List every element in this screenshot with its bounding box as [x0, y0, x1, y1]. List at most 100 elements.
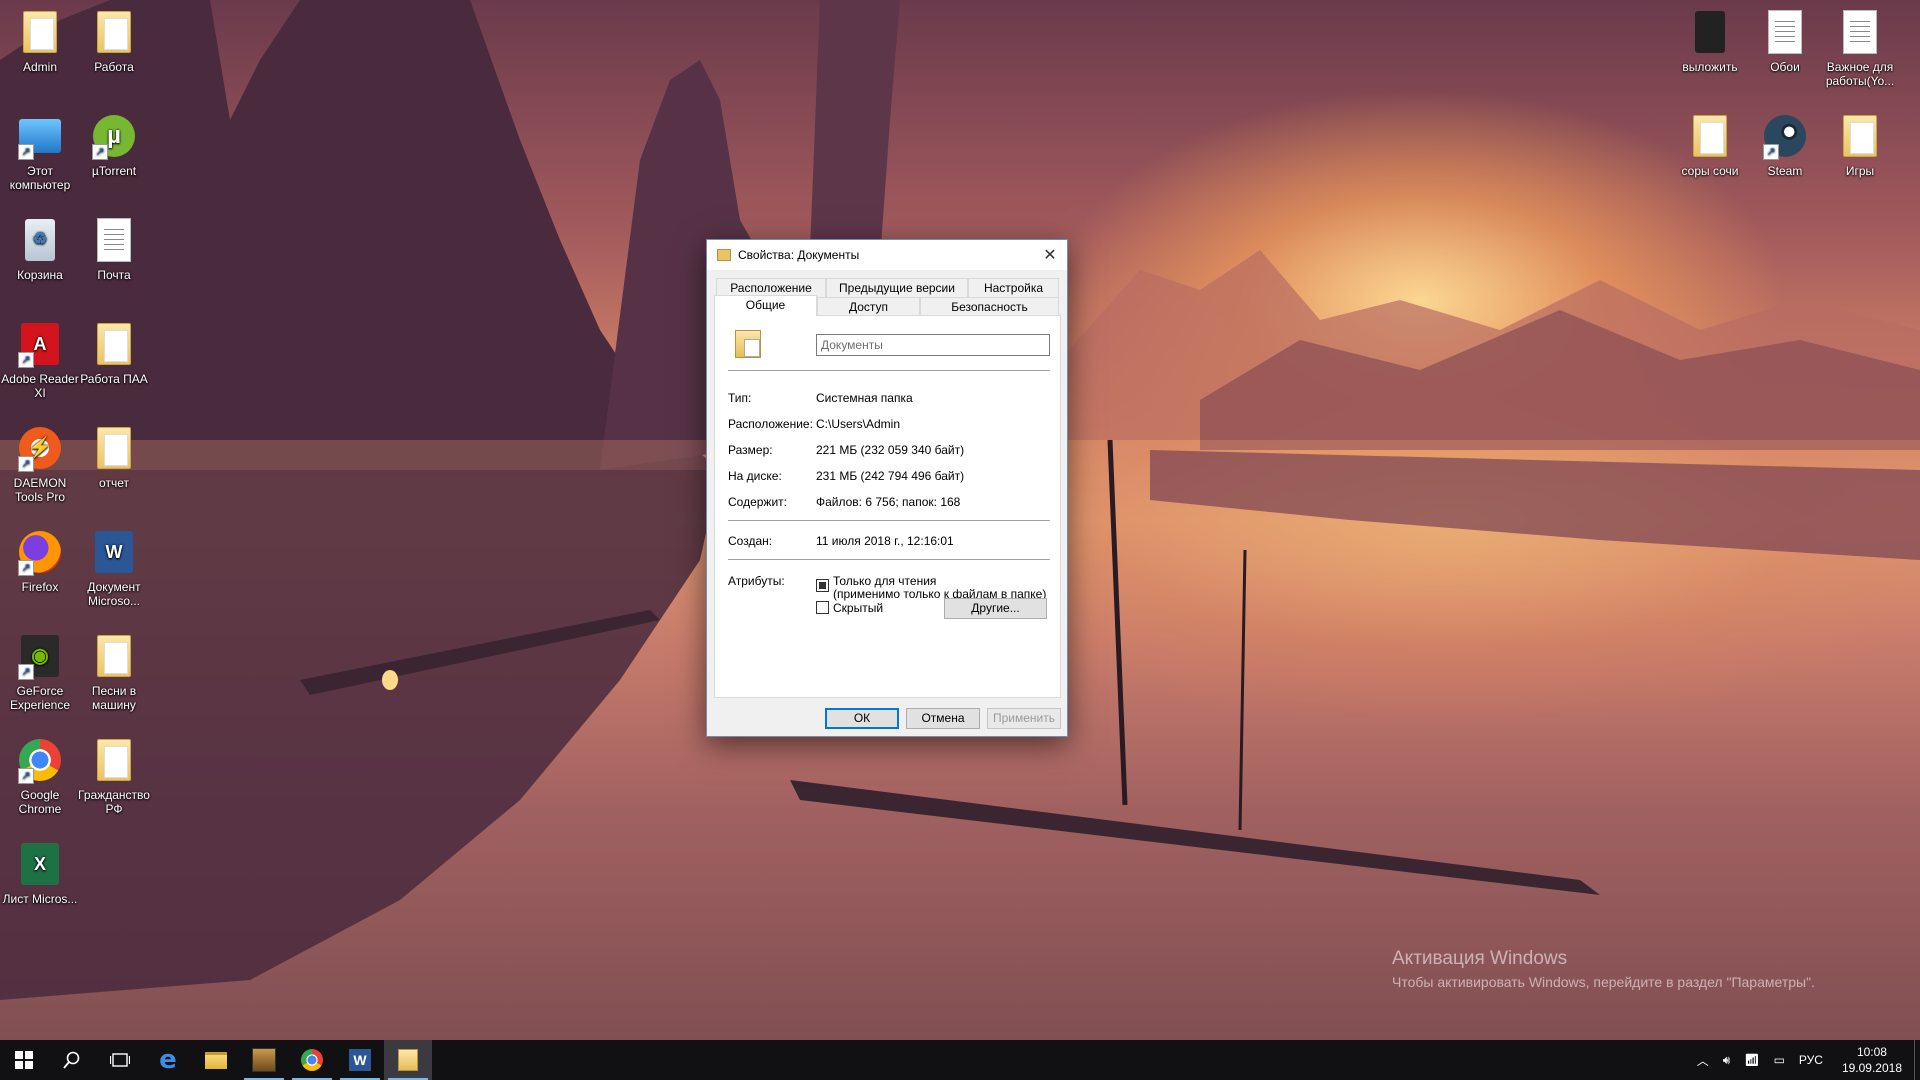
search-button[interactable] — [48, 1040, 96, 1080]
folder-name-input[interactable] — [816, 334, 1050, 356]
desktop-icon-daemon-tools[interactable]: ⚡ DAEMON Tools Pro — [0, 424, 80, 504]
word-icon: W — [349, 1049, 371, 1071]
game-app-icon — [252, 1048, 276, 1072]
chevron-up-icon[interactable]: ︿ — [1690, 1052, 1716, 1069]
folder-icon — [97, 11, 131, 53]
task-view-button[interactable] — [96, 1040, 144, 1080]
desktop-icon-label: Steam — [1767, 164, 1803, 178]
close-icon[interactable]: ✕ — [1033, 240, 1067, 270]
tab-previous-versions[interactable]: Предыдущие версии — [826, 278, 968, 297]
system-tray: ︿ 🔊︎ 📶︎ ▭ РУС 10:08 19.09.2018 — [1690, 1040, 1920, 1080]
action-center-icon[interactable]: ▭ — [1767, 1053, 1792, 1067]
desktop-icon-recycle-bin[interactable]: ♻ Корзина — [0, 216, 80, 282]
volume-icon[interactable]: 🔊︎ — [1716, 1053, 1738, 1068]
location-value: C:\Users\Admin — [816, 417, 901, 431]
desktop-icon-utorrent[interactable]: µ µTorrent — [74, 112, 154, 178]
taskbar-explorer[interactable] — [192, 1040, 240, 1080]
desktop-icon-grazhdanstvo[interactable]: Гражданство РФ — [74, 736, 154, 816]
desktop-icon-label: Песни в машину — [91, 684, 137, 712]
apply-button[interactable]: Применить — [987, 708, 1061, 729]
desktop-icon-rabota-paa[interactable]: Работа ПАА — [74, 320, 154, 386]
taskbar-properties-window[interactable] — [384, 1040, 432, 1080]
desktop-icon-label: Лист Micros... — [2, 892, 78, 906]
tab-customize[interactable]: Настройка — [968, 278, 1059, 297]
desktop-icon-oboi[interactable]: Обои — [1745, 8, 1825, 74]
desktop-icon-pochta[interactable]: Почта — [74, 216, 154, 282]
network-icon[interactable]: 📶︎ — [1737, 1053, 1766, 1067]
taskbar-game[interactable] — [240, 1040, 288, 1080]
location-label: Расположение: — [728, 417, 813, 431]
desktop-icon-igry[interactable]: Игры — [1820, 112, 1900, 178]
games-folder-icon — [1843, 115, 1877, 157]
desktop-icon-label: GeForce Experience — [9, 684, 71, 712]
desktop-icon-label: Этот компьютер — [9, 164, 71, 192]
taskbar-word[interactable]: W — [336, 1040, 384, 1080]
hidden-checkbox[interactable] — [816, 601, 829, 614]
readonly-checkbox[interactable] — [816, 579, 829, 592]
tab-sharing[interactable]: Доступ — [817, 297, 920, 316]
desktop-icon-geforce[interactable]: ◉ GeForce Experience — [0, 632, 80, 712]
geforce-icon: ◉ — [21, 635, 59, 677]
excel-icon: X — [21, 843, 59, 885]
desktop-icon-label: Корзина — [17, 268, 63, 282]
desktop-icon-adobe-reader[interactable]: A Adobe Reader XI — [0, 320, 80, 400]
desktop-icon-chrome[interactable]: Google Chrome — [0, 736, 80, 816]
created-label: Создан: — [728, 534, 773, 548]
tab-general[interactable]: Общие — [714, 295, 817, 316]
desktop-icon-excel[interactable]: X Лист Micros... — [0, 840, 80, 906]
size-label: Размер: — [728, 443, 773, 457]
desktop-icon-songs[interactable]: Песни в машину — [74, 632, 154, 712]
desktop-icon-otchet[interactable]: отчет — [74, 424, 154, 490]
general-tab-panel: Тип: Системная папка Расположение: C:\Us… — [714, 315, 1061, 698]
taskbar-edge[interactable]: e — [144, 1040, 192, 1080]
user-folder-icon — [23, 11, 57, 53]
desktop-icon-admin[interactable]: Admin — [0, 8, 80, 74]
taskbar: e W ︿ 🔊︎ 📶︎ ▭ РУС 10:08 19.09.2018 — [0, 1040, 1920, 1080]
activation-title: Активация Windows — [1392, 948, 1568, 969]
size-value: 221 МБ (232 059 340 байт) — [816, 443, 965, 457]
type-value: Системная папка — [816, 391, 913, 405]
desktop-icon-steam[interactable]: Steam — [1745, 112, 1825, 178]
utorrent-icon: µ — [93, 115, 135, 157]
firefox-icon — [19, 531, 61, 573]
desktop-icon-label: Adobe Reader XI — [1, 372, 79, 400]
desktop-icon-this-pc[interactable]: Этот компьютер — [0, 112, 80, 192]
word-document-icon: W — [95, 531, 133, 573]
tab-strip: Расположение Предыдущие версии Настройка… — [714, 278, 1061, 316]
desktop-icon-label: Важное для работы(Yo... — [1825, 60, 1895, 88]
desktop-icon-label: Google Chrome — [18, 788, 62, 816]
desktop-icon-vylozhit[interactable]: выложить — [1670, 8, 1750, 74]
desktop-icon-rabota[interactable]: Работа — [74, 8, 154, 74]
desktop-icon-label: DAEMON Tools Pro — [13, 476, 67, 504]
desktop-icon-firefox[interactable]: Firefox — [0, 528, 80, 594]
contains-value: Файлов: 6 756; папок: 168 — [816, 495, 961, 509]
disk-size-label: На диске: — [728, 469, 782, 483]
dialog-title: Свойства: Документы — [738, 248, 860, 262]
adobe-reader-icon: A — [21, 323, 59, 365]
document-icon — [97, 218, 131, 262]
cancel-button[interactable]: Отмена — [906, 708, 980, 729]
activation-watermark: Активация Windows Чтобы активировать Win… — [1392, 948, 1815, 990]
tab-security[interactable]: Безопасность — [920, 297, 1059, 316]
computer-icon — [19, 119, 61, 153]
steam-icon — [1764, 115, 1806, 157]
start-button[interactable] — [0, 1040, 48, 1080]
hidden-label[interactable]: Скрытый — [833, 602, 883, 615]
show-desktop-button[interactable] — [1914, 1040, 1920, 1080]
language-indicator[interactable]: РУС — [1792, 1053, 1830, 1067]
edge-icon: e — [159, 1045, 177, 1075]
desktop-icon-sory-sochi[interactable]: соры сочи — [1670, 112, 1750, 178]
other-attributes-button[interactable]: Другие... — [944, 598, 1047, 619]
taskbar-chrome[interactable] — [288, 1040, 336, 1080]
desktop-icon-word-doc[interactable]: W Документ Microso... — [74, 528, 154, 608]
clock[interactable]: 10:08 19.09.2018 — [1830, 1044, 1914, 1076]
desktop-icon-important[interactable]: Важное для работы(Yo... — [1820, 8, 1900, 88]
dialog-titlebar[interactable]: Свойства: Документы ✕ — [707, 240, 1067, 270]
documents-folder-icon — [735, 330, 761, 358]
desktop-icon-label: Firefox — [21, 580, 59, 594]
ok-button[interactable]: ОК — [825, 708, 899, 729]
desktop-icon-label: отчет — [99, 476, 129, 490]
wallpapers-folder-icon — [1768, 10, 1802, 54]
music-folder-icon — [97, 635, 131, 677]
task-view-icon — [110, 1053, 130, 1067]
